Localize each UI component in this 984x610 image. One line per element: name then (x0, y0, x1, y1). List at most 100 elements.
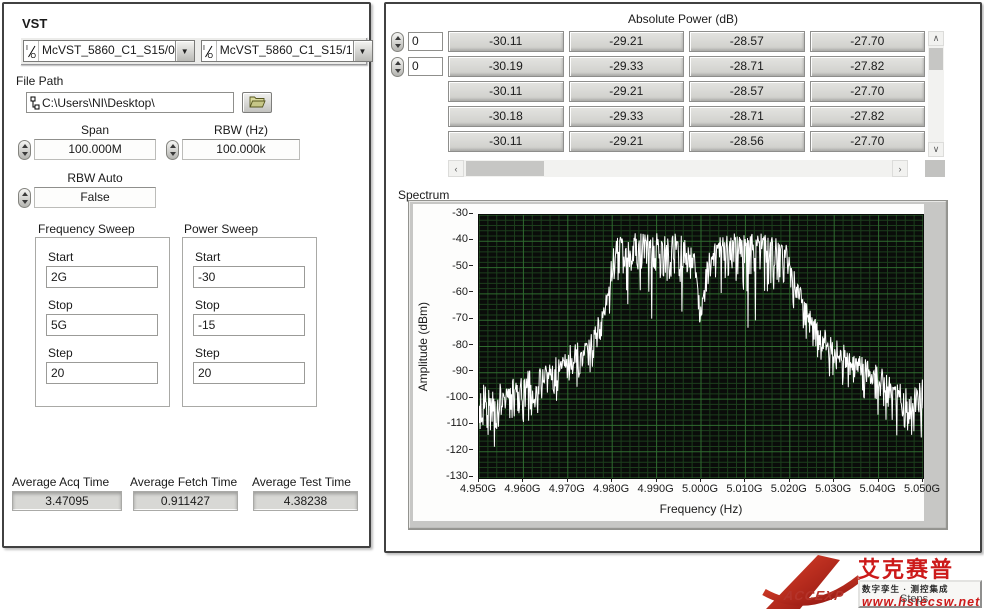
table-col-index-spinner[interactable] (391, 57, 404, 77)
vst-device-cluster: IO McVST_5860_C1_S15/0 ▼ IO McVST_5860_C… (20, 37, 367, 65)
increment-icon[interactable] (22, 144, 28, 148)
file-path-value: C:\Users\NI\Desktop\ (42, 96, 233, 110)
freq-start-input[interactable]: 2G (46, 266, 158, 288)
average-acq-time-value: 3.47095 (12, 491, 122, 511)
decrement-icon[interactable] (170, 152, 176, 156)
y-tick-label: -110 (433, 417, 473, 429)
scroll-down-icon[interactable]: ∨ (928, 142, 944, 157)
table-horizontal-scrollbar[interactable]: ‹ › (448, 160, 908, 177)
scroll-right-icon[interactable]: › (892, 160, 908, 177)
vst-device-dropdown-0[interactable]: IO McVST_5860_C1_S15/0 ▼ (23, 40, 195, 62)
chevron-down-icon[interactable]: ▼ (175, 41, 194, 61)
power-stop-input[interactable]: -15 (193, 314, 305, 336)
table-cell[interactable]: -30.18 (448, 106, 564, 127)
browse-folder-button[interactable] (242, 92, 272, 113)
x-tick-mark (567, 478, 568, 482)
table-row-index-value[interactable]: 0 (408, 32, 443, 51)
hscroll-track[interactable] (464, 160, 892, 177)
table-cell[interactable]: -27.82 (810, 56, 926, 77)
span-input[interactable]: 100.000M (34, 139, 156, 160)
freq-step-input[interactable]: 20 (46, 362, 158, 384)
y-tick-label: -90 (433, 365, 473, 377)
average-test-time-value: 4.38238 (253, 491, 358, 511)
decrement-icon[interactable] (395, 44, 401, 48)
table-cell[interactable]: -28.56 (689, 131, 805, 152)
x-tick-mark (744, 478, 745, 482)
rbw-auto-increment-decrement[interactable] (18, 188, 31, 208)
power-table-title: Absolute Power (dB) (386, 12, 980, 26)
decrement-icon[interactable] (22, 152, 28, 156)
watermark-overlay-text: Steps (900, 593, 928, 605)
table-cell[interactable]: -27.70 (810, 81, 926, 102)
y-tick-label: -50 (433, 260, 473, 272)
increment-icon[interactable] (170, 144, 176, 148)
table-cell[interactable]: -29.33 (569, 106, 685, 127)
spectrum-graph: Amplitude (dBm) Frequency (Hz) -30-40-50… (408, 200, 948, 530)
accexp-logo-text: ACCEXP (783, 588, 845, 603)
increment-icon[interactable] (395, 36, 401, 40)
table-cell[interactable]: -27.70 (810, 131, 926, 152)
increment-icon[interactable] (395, 61, 401, 65)
file-path-input[interactable]: C:\Users\NI\Desktop\ (26, 92, 234, 113)
y-tick-label: -40 (433, 233, 473, 245)
table-vertical-scrollbar[interactable]: ∧ ∨ (928, 31, 944, 157)
decrement-icon[interactable] (22, 200, 28, 204)
rbw-increment-decrement[interactable] (166, 140, 179, 160)
svg-text:I: I (26, 45, 28, 52)
table-row-index-spinner[interactable] (391, 32, 404, 52)
freq-stop-input[interactable]: 5G (46, 314, 158, 336)
average-acq-time-label: Average Acq Time (12, 475, 109, 489)
power-step-input[interactable]: 20 (193, 362, 305, 384)
frequency-sweep-group: Start 2G Stop 5G Step 20 (35, 237, 170, 407)
io-name-icon: IO (24, 41, 39, 61)
table-cell[interactable]: -29.21 (569, 131, 685, 152)
span-increment-decrement[interactable] (18, 140, 31, 160)
rbw-input[interactable]: 100.000k (182, 139, 300, 160)
power-start-input[interactable]: -30 (193, 266, 305, 288)
vscroll-track[interactable] (928, 46, 944, 142)
table-cell[interactable]: -27.82 (810, 106, 926, 127)
increment-icon[interactable] (22, 192, 28, 196)
vst-device-dropdown-1[interactable]: IO McVST_5860_C1_S15/1 ▼ (201, 40, 373, 62)
table-cell[interactable]: -29.33 (569, 56, 685, 77)
table-cell[interactable]: -28.57 (689, 81, 805, 102)
folder-icon (249, 95, 266, 111)
rbw-label: RBW (Hz) (182, 123, 300, 137)
y-tick-label: -70 (433, 312, 473, 324)
x-tick-mark (611, 478, 612, 482)
scroll-up-icon[interactable]: ∧ (928, 31, 944, 46)
table-cell[interactable]: -27.70 (810, 31, 926, 52)
table-cell[interactable]: -30.11 (448, 81, 564, 102)
vscroll-thumb[interactable] (929, 48, 943, 70)
plot-area[interactable] (478, 214, 924, 479)
table-cell[interactable]: -29.21 (569, 31, 685, 52)
chevron-down-icon[interactable]: ▼ (353, 41, 372, 61)
io-name-icon: IO (202, 41, 217, 61)
y-tick-label: -60 (433, 286, 473, 298)
watermark-banner: 数字孪生 · 测控集成 www.hstecsw.net Steps (858, 580, 982, 608)
table-cell[interactable]: -30.11 (448, 131, 564, 152)
decrement-icon[interactable] (395, 69, 401, 73)
power-sweep-group: Start -30 Stop -15 Step 20 (182, 237, 317, 407)
vst-label: VST (22, 16, 47, 31)
frequency-sweep-label: Frequency Sweep (38, 222, 135, 236)
x-tick-mark (478, 478, 479, 482)
y-tick-label: -130 (433, 470, 473, 482)
y-tick-label: -100 (433, 391, 473, 403)
x-tick-mark (789, 478, 790, 482)
power-sweep-label: Power Sweep (184, 222, 258, 236)
power-stop-label: Stop (195, 298, 220, 312)
table-cell[interactable]: -28.57 (689, 31, 805, 52)
table-cell[interactable]: -28.71 (689, 56, 805, 77)
table-cell[interactable]: -28.71 (689, 106, 805, 127)
rbw-auto-input[interactable]: False (34, 187, 156, 208)
table-cell[interactable]: -30.19 (448, 56, 564, 77)
vst-device-value: McVST_5860_C1_S15/0 (39, 41, 175, 61)
x-tick-label: 5.050G (896, 483, 948, 495)
scroll-left-icon[interactable]: ‹ (448, 160, 464, 177)
vendor-watermark: ACCEXP 艾克赛普 数字孪生 · 测控集成 www.hstecsw.net … (760, 552, 984, 610)
table-cell[interactable]: -30.11 (448, 31, 564, 52)
table-col-index-value[interactable]: 0 (408, 57, 443, 76)
table-cell[interactable]: -29.21 (569, 81, 685, 102)
hscroll-thumb[interactable] (466, 161, 544, 176)
